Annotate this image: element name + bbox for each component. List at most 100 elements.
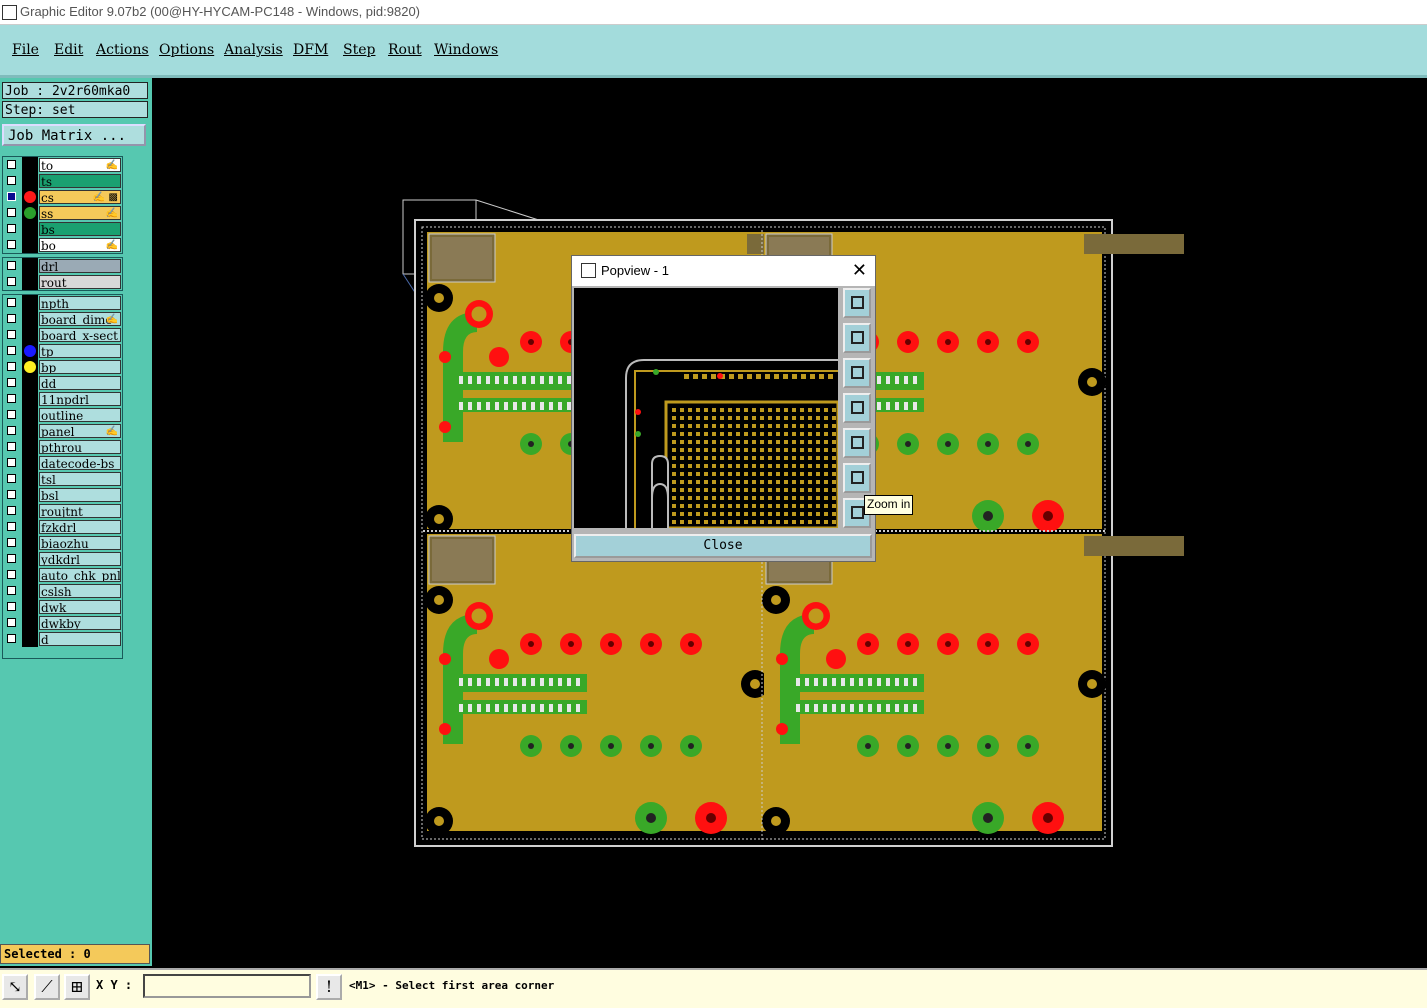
layer-row-to[interactable]: to ✍: [3, 157, 122, 173]
layer-checkbox[interactable]: [7, 314, 16, 323]
layer-checkbox[interactable]: [7, 240, 16, 249]
layer-row-11npdrl[interactable]: 11npdrl: [3, 391, 122, 407]
layer-checkbox[interactable]: [7, 160, 16, 169]
measure-icon[interactable]: ⟋: [34, 974, 60, 1000]
layer-row-cs[interactable]: cs ✍ ▩: [3, 189, 122, 205]
layer-color-cell[interactable]: [22, 311, 38, 327]
layer-row-outline[interactable]: outline: [3, 407, 122, 423]
menu-windows[interactable]: Windows: [434, 42, 498, 58]
layer-checkbox[interactable]: [7, 261, 16, 270]
layer-row-pthrou[interactable]: pthrou: [3, 439, 122, 455]
layer-name[interactable]: panel ✍: [39, 424, 121, 438]
layer-name[interactable]: cslsh: [39, 584, 121, 598]
layer-color-cell[interactable]: [22, 157, 38, 173]
menu-actions[interactable]: Actions: [96, 42, 149, 58]
layer-checkbox[interactable]: [7, 410, 16, 419]
layer-color-cell[interactable]: [22, 519, 38, 535]
layer-row-dwk[interactable]: dwk: [3, 599, 122, 615]
layer-color-cell[interactable]: [22, 551, 38, 567]
popview-titlebar[interactable]: Popview - 1 ✕: [572, 256, 875, 286]
fit-icon[interactable]: [843, 463, 871, 493]
layer-name[interactable]: ss ✍: [39, 206, 121, 220]
resize-icon[interactable]: ⤡: [2, 974, 28, 1000]
menu-step[interactable]: Step: [343, 42, 375, 58]
layer-name[interactable]: ydkdrl: [39, 552, 121, 566]
pan-down-icon[interactable]: [843, 358, 871, 388]
close-icon[interactable]: ✕: [852, 260, 867, 281]
layer-name[interactable]: d: [39, 632, 121, 646]
menu-edit[interactable]: Edit: [54, 42, 83, 58]
menu-file[interactable]: File: [12, 42, 39, 58]
layer-name[interactable]: dwk: [39, 600, 121, 614]
layer-color-cell[interactable]: [22, 455, 38, 471]
layer-name[interactable]: dwkby: [39, 616, 121, 630]
layer-color-cell[interactable]: [22, 391, 38, 407]
layer-checkbox[interactable]: [7, 330, 16, 339]
layer-name[interactable]: npth: [39, 296, 121, 310]
layer-name[interactable]: roujtnt: [39, 504, 121, 518]
layer-name[interactable]: board_x-sect: [39, 328, 121, 342]
layer-checkbox[interactable]: [7, 426, 16, 435]
layer-row-bp[interactable]: bp: [3, 359, 122, 375]
layer-row-bs[interactable]: bs: [3, 221, 122, 237]
layer-checkbox[interactable]: [7, 634, 16, 643]
layer-color-cell[interactable]: [22, 599, 38, 615]
layer-row-datecode-bs[interactable]: datecode-bs: [3, 455, 122, 471]
layer-checkbox[interactable]: [7, 362, 16, 371]
layer-color-cell[interactable]: [22, 274, 38, 290]
layer-name[interactable]: tsl: [39, 472, 121, 486]
pan-right-icon[interactable]: [843, 428, 871, 458]
layer-color-cell[interactable]: [22, 631, 38, 647]
zoom-in-icon[interactable]: [843, 288, 871, 318]
layer-color-cell[interactable]: [22, 173, 38, 189]
layer-name[interactable]: fzkdrl: [39, 520, 121, 534]
layer-color-cell[interactable]: [22, 503, 38, 519]
layer-name[interactable]: biaozhu: [39, 536, 121, 550]
layer-name[interactable]: pthrou: [39, 440, 121, 454]
layer-name[interactable]: bs: [39, 222, 121, 236]
layer-checkbox[interactable]: [7, 458, 16, 467]
layer-row-tsl[interactable]: tsl: [3, 471, 122, 487]
layer-row-board_x-sect[interactable]: board_x-sect: [3, 327, 122, 343]
layer-checkbox[interactable]: [7, 586, 16, 595]
layer-checkbox[interactable]: [7, 554, 16, 563]
layer-color-cell[interactable]: [22, 583, 38, 599]
layer-color-cell[interactable]: [22, 295, 38, 311]
layer-row-ts[interactable]: ts: [3, 173, 122, 189]
layer-name[interactable]: to ✍: [39, 158, 121, 172]
layer-name[interactable]: drl: [39, 259, 121, 273]
layer-name[interactable]: 11npdrl: [39, 392, 121, 406]
layer-color-cell[interactable]: [22, 375, 38, 391]
layer-checkbox[interactable]: [7, 394, 16, 403]
layer-color-cell[interactable]: [22, 189, 38, 205]
layer-row-dd[interactable]: dd: [3, 375, 122, 391]
layer-checkbox[interactable]: [7, 378, 16, 387]
layer-name[interactable]: bp: [39, 360, 121, 374]
layer-checkbox[interactable]: [7, 346, 16, 355]
menu-dfm[interactable]: DFM: [293, 42, 328, 58]
pan-up-icon[interactable]: [843, 323, 871, 353]
layer-name[interactable]: bo ✍: [39, 238, 121, 252]
layer-name[interactable]: dd: [39, 376, 121, 390]
popview-window[interactable]: Popview - 1 ✕ Close: [571, 255, 876, 562]
layer-color-cell[interactable]: [22, 471, 38, 487]
menu-analysis[interactable]: Analysis: [224, 42, 283, 58]
layer-row-bo[interactable]: bo ✍: [3, 237, 122, 253]
xy-input[interactable]: [143, 974, 311, 998]
layer-row-board_dime[interactable]: board_dime ✍: [3, 311, 122, 327]
menu-rout[interactable]: Rout: [388, 42, 422, 58]
layer-row-dwkby[interactable]: dwkby: [3, 615, 122, 631]
layer-checkbox[interactable]: [7, 192, 16, 201]
layer-row-roujtnt[interactable]: roujtnt: [3, 503, 122, 519]
layer-color-cell[interactable]: [22, 359, 38, 375]
layer-row-auto_chk_pnl[interactable]: auto_chk_pnl: [3, 567, 122, 583]
layer-name[interactable]: datecode-bs: [39, 456, 121, 470]
layer-checkbox[interactable]: [7, 618, 16, 627]
layer-color-cell[interactable]: [22, 423, 38, 439]
layer-color-cell[interactable]: [22, 615, 38, 631]
layer-row-biaozhu[interactable]: biaozhu: [3, 535, 122, 551]
layer-row-bsl[interactable]: bsl: [3, 487, 122, 503]
layer-row-fzkdrl[interactable]: fzkdrl: [3, 519, 122, 535]
popview-close-button[interactable]: Close: [574, 534, 872, 558]
job-matrix-button[interactable]: Job Matrix ...: [2, 124, 146, 146]
